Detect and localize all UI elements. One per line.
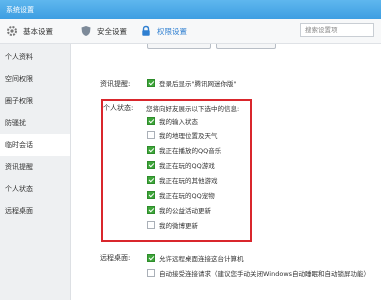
- status-option-row[interactable]: 我正在播放的QQ音乐: [147, 145, 221, 155]
- tab-label: 权限设置: [157, 26, 187, 36]
- status-option-label: 我正在玩的QQ游戏: [159, 162, 215, 170]
- status-option-label: 我正在玩的QQ宠物: [159, 192, 215, 200]
- status-option-row[interactable]: 我的地理位置及天气: [147, 130, 218, 140]
- remote-option-label: 允许远程桌面连接这台计算机: [159, 255, 244, 263]
- settings-panel: 资讯提醒: 登录后显示"腾讯网迷你版" 个人状态: 您将向好友展示以下选中的信息…: [71, 44, 381, 300]
- status-option-label: 我的公益活动更新: [159, 207, 211, 215]
- personal-status-intro: 您将向好友展示以下选中的信息:: [146, 105, 240, 113]
- news-reminder-label: 资讯提醒:: [100, 80, 131, 88]
- sidebar-item-circle-permission[interactable]: 圈子权限: [0, 90, 70, 112]
- search-input[interactable]: 搜索设置项: [300, 23, 374, 37]
- status-option-label: 我的输入状态: [159, 118, 198, 126]
- remote-option-row[interactable]: 允许远程桌面连接这台计算机: [147, 253, 244, 263]
- tab-label: 基本设置: [23, 26, 53, 36]
- tab-label: 安全设置: [97, 26, 127, 36]
- status-option-row[interactable]: 我正在玩的QQ游戏: [147, 160, 215, 170]
- status-option-checkbox[interactable]: [147, 176, 155, 184]
- status-option-row[interactable]: 我的微博更新: [147, 220, 198, 230]
- sidebar-item-remote-desktop[interactable]: 远程桌面: [0, 200, 70, 222]
- status-option-checkbox[interactable]: [147, 117, 155, 125]
- remote-option-row[interactable]: 自动接受连接请求（建议您手动关闭Windows自动睡眠和自动锁屏功能）: [147, 268, 370, 278]
- sidebar-item-news-reminder[interactable]: 资讯提醒: [0, 156, 70, 178]
- status-option-label: 我正在播放的QQ音乐: [159, 147, 222, 155]
- shield-icon: [81, 26, 91, 36]
- status-option-label: 我正在玩的其他游戏: [159, 177, 218, 185]
- personal-status-label: 个人状态:: [103, 104, 134, 112]
- sidebar-item-anti-harassment[interactable]: 防骚扰: [0, 112, 70, 134]
- news-option-checkbox[interactable]: [147, 79, 155, 87]
- toolbar: 基本设置 安全设置 权限设置 搜索设置项: [0, 19, 381, 44]
- status-option-label: 我的地理位置及天气: [159, 132, 218, 140]
- gear-icon: [7, 26, 17, 36]
- truncated-button-left[interactable]: [147, 44, 211, 49]
- title-bar: 系统设置: [0, 0, 381, 19]
- tab-basic-settings[interactable]: 基本设置: [6, 24, 53, 38]
- status-option-row[interactable]: 我正在玩的其他游戏: [147, 175, 218, 185]
- status-option-checkbox[interactable]: [147, 221, 155, 229]
- status-option-label: 我的微博更新: [159, 222, 198, 230]
- sidebar-item-space-permission[interactable]: 空间权限: [0, 68, 70, 90]
- status-option-checkbox[interactable]: [147, 191, 155, 199]
- tab-security-settings[interactable]: 安全设置: [80, 24, 127, 38]
- status-option-row[interactable]: 我的公益活动更新: [147, 205, 211, 215]
- status-option-row[interactable]: 我的输入状态: [147, 116, 198, 126]
- sidebar-item-profile[interactable]: 个人资料: [0, 46, 70, 68]
- sidebar-item-temp-session[interactable]: 临时会话: [0, 134, 70, 156]
- status-option-checkbox[interactable]: [147, 206, 155, 214]
- remote-option-checkbox[interactable]: [147, 269, 155, 277]
- remote-desktop-label: 远程桌面:: [100, 254, 131, 262]
- news-option-row[interactable]: 登录后显示"腾讯网迷你版": [147, 78, 236, 88]
- status-option-checkbox[interactable]: [147, 161, 155, 169]
- status-option-row[interactable]: 我正在玩的QQ宠物: [147, 190, 215, 200]
- status-option-checkbox[interactable]: [147, 131, 155, 139]
- window-title: 系统设置: [6, 6, 34, 14]
- tab-permission-settings[interactable]: 权限设置: [140, 24, 187, 38]
- remote-option-checkbox[interactable]: [147, 254, 155, 262]
- status-option-checkbox[interactable]: [147, 146, 155, 154]
- news-option-label: 登录后显示"腾讯网迷你版": [159, 80, 237, 88]
- remote-option-label: 自动接受连接请求（建议您手动关闭Windows自动睡眠和自动锁屏功能）: [159, 270, 371, 278]
- lock-icon: [142, 25, 150, 36]
- sidebar: 个人资料 空间权限 圈子权限 防骚扰 临时会话 资讯提醒 个人状态 远程桌面: [0, 44, 71, 300]
- sidebar-item-personal-status[interactable]: 个人状态: [0, 178, 70, 200]
- truncated-button-right[interactable]: [216, 44, 276, 49]
